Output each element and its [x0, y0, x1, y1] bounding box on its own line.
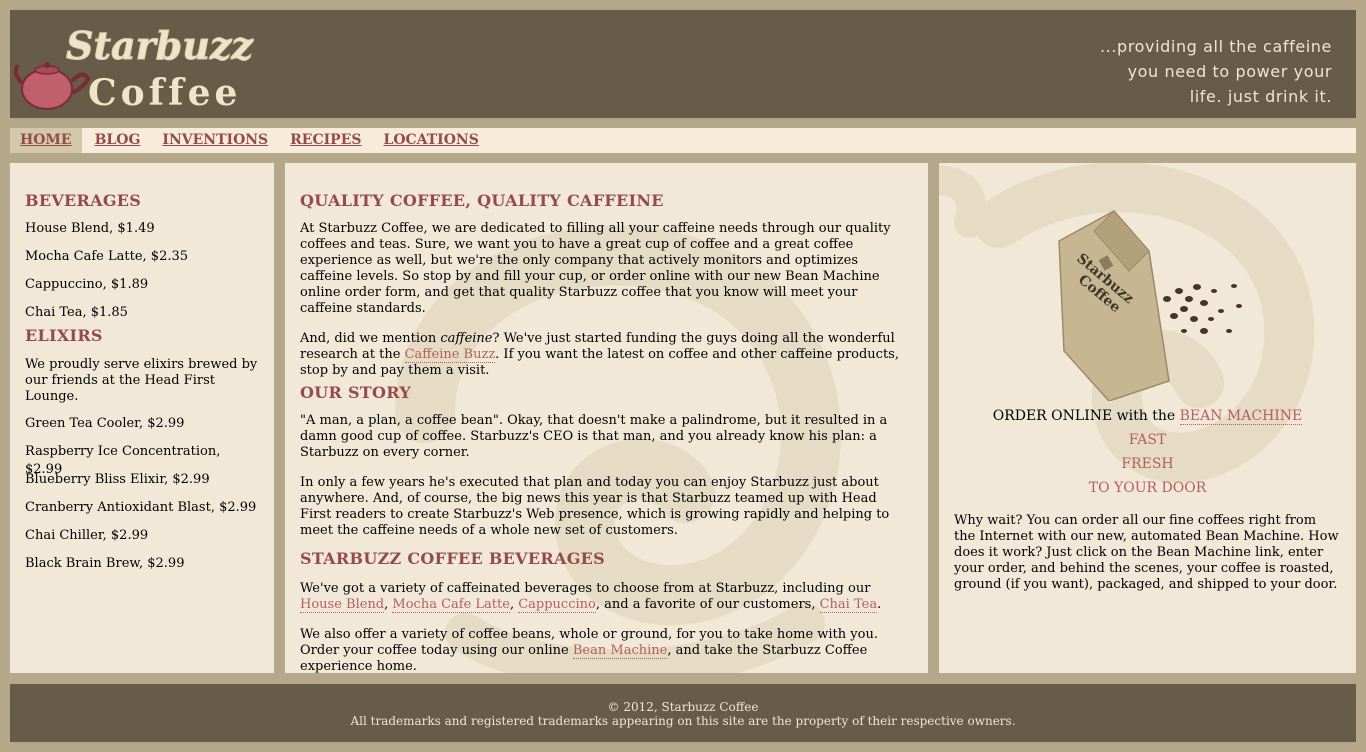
nav-blog[interactable]: BLOG: [84, 128, 152, 153]
our-story-heading: OUR STORY: [300, 383, 412, 402]
bean-machine-order-link[interactable]: BEAN MACHINE: [1179, 408, 1303, 425]
intro-paragraph: At Starbuzz Coffee, we are dedicated to …: [300, 221, 891, 316]
elixir-item: Cranberry Antioxidant Blast, $2.99: [25, 500, 257, 515]
mocha-cafe-latte-link[interactable]: Mocha Cafe Latte: [392, 597, 510, 613]
elixir-item: Chai Chiller, $2.99: [25, 528, 149, 543]
tagline-line-3: life. just drink it.: [1189, 87, 1332, 106]
to-your-door-line: TO YOUR DOOR: [1088, 480, 1207, 496]
house-blend-link[interactable]: House Blend: [300, 597, 385, 613]
story-paragraph-2: In only a few years he's executed that p…: [300, 475, 890, 538]
beverage-item: Cappuccino, $1.89: [25, 277, 149, 292]
logo-word-starbuzz: Starbuzz: [66, 23, 254, 68]
beans-paragraph: We also offer a variety of coffee beans,…: [300, 627, 878, 673]
elixir-item: Black Brain Brew, $2.99: [25, 556, 185, 571]
nav-home[interactable]: HOME: [10, 128, 82, 153]
caffeine-buzz-link[interactable]: Caffeine Buzz: [404, 347, 496, 363]
nav-locations[interactable]: LOCATIONS: [372, 128, 489, 153]
sidebar: BEVERAGES House Blend, $1.49 Mocha Cafe …: [10, 163, 274, 673]
beverages-section-heading: STARBUZZ COFFEE BEVERAGES: [300, 549, 606, 568]
story-paragraph-1: "A man, a plan, a coffee bean". Okay, th…: [300, 413, 888, 460]
starbuzz-logo[interactable]: Starbuzz Coffee: [14, 13, 254, 117]
elixirs-intro: We proudly serve elixirs brewed by our f…: [25, 357, 258, 404]
coffee-bag-image: Starbuzz Coffee: [1058, 210, 1242, 401]
main-nav: HOME BLOG INVENTIONS RECIPES LOCATIONS: [10, 128, 1356, 153]
chai-tea-link[interactable]: Chai Tea: [819, 597, 878, 613]
main-content: QUALITY COFFEE, QUALITY CAFFEINE At Star…: [285, 163, 928, 673]
copyright: © 2012, Starbuzz Coffee: [607, 700, 759, 714]
teapot-icon: [14, 62, 91, 110]
tagline: ...providing all the caffeine you need t…: [1100, 34, 1332, 109]
nav-recipes[interactable]: RECIPES: [279, 128, 372, 153]
beverage-item: Mocha Cafe Latte, $2.35: [25, 249, 189, 264]
fresh-line: FRESH: [1121, 456, 1174, 472]
elixir-item: Blueberry Bliss Elixir, $2.99: [25, 472, 210, 487]
quality-heading: QUALITY COFFEE, QUALITY CAFFEINE: [300, 191, 664, 210]
cappuccino-link[interactable]: Cappuccino: [518, 597, 596, 613]
fast-line: FAST: [1128, 432, 1167, 448]
bean-machine-link[interactable]: Bean Machine: [572, 643, 668, 659]
aside: Starbuzz Coffee ORDER ONLINE with the BE…: [939, 163, 1356, 673]
elixir-item: Green Tea Cooler, $2.99: [25, 416, 185, 431]
trademark-notice: All trademarks and registered trademarks…: [350, 714, 1016, 728]
bean-machine-description: Why wait? You can order all our fine cof…: [954, 513, 1339, 592]
elixirs-heading: ELIXIRS: [25, 326, 103, 345]
elixir-item: Raspberry Ice Concentration, $2.99: [25, 444, 221, 477]
beverages-heading: BEVERAGES: [25, 191, 142, 210]
footer: © 2012, Starbuzz Coffee All trademarks a…: [10, 684, 1356, 742]
beverages-paragraph: We've got a variety of caffeinated bever…: [300, 581, 882, 613]
tagline-line-1: ...providing all the caffeine: [1100, 37, 1332, 56]
caffeine-paragraph: And, did we mention caffeine? We've just…: [300, 331, 899, 378]
coffee-beans-icon: [1163, 284, 1242, 334]
nav-inventions[interactable]: INVENTIONS: [151, 128, 279, 153]
tagline-line-2: you need to power your: [1127, 62, 1332, 81]
order-online-line: ORDER ONLINE with the BEAN MACHINE: [992, 408, 1303, 425]
beverage-item: House Blend, $1.49: [25, 221, 155, 236]
logo-word-coffee: Coffee: [88, 72, 241, 114]
header: Starbuzz Coffee ...providing all the caf…: [10, 10, 1356, 118]
